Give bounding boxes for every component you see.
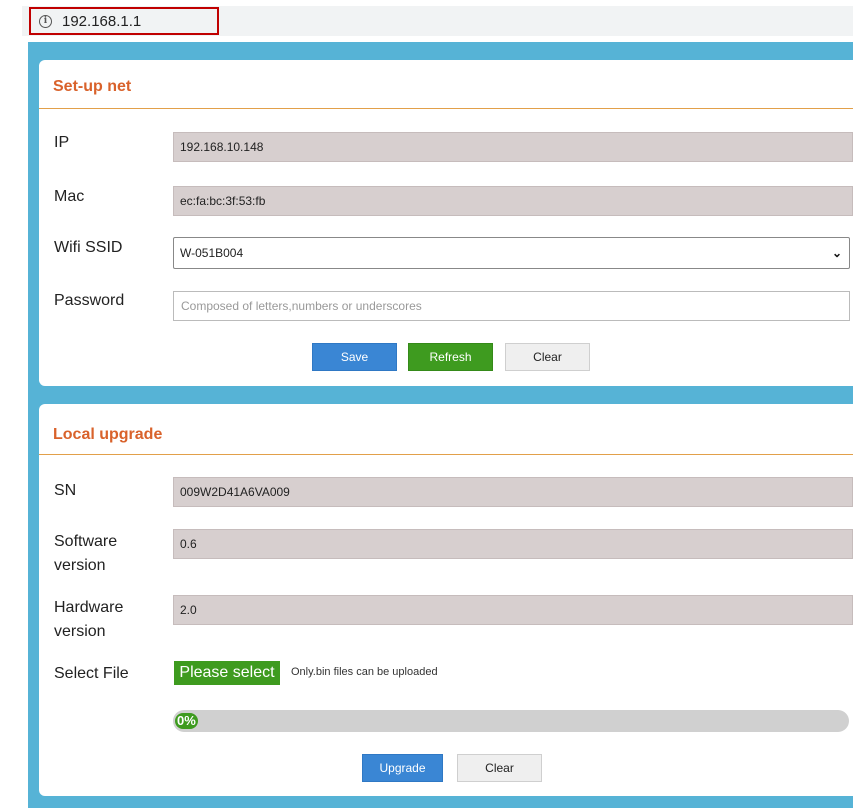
info-icon[interactable]: i: [39, 14, 52, 28]
upgrade-progress-bar: 0%: [173, 710, 849, 732]
refresh-button[interactable]: Refresh: [408, 343, 493, 371]
software-version-label: Software version: [54, 530, 117, 578]
local-upgrade-panel: Local upgrade SN 009W2D41A6VA009 Softwar…: [39, 404, 853, 796]
hardware-version-label-line2: version: [54, 623, 106, 640]
please-select-button[interactable]: Please select: [174, 661, 280, 685]
password-input[interactable]: [173, 291, 850, 321]
chevron-down-icon[interactable]: ⌄: [832, 246, 842, 260]
browser-address-bar: i 192.168.1.1: [0, 0, 853, 40]
software-version-label-line2: version: [54, 557, 106, 574]
sn-label: SN: [54, 482, 77, 499]
wifi-ssid-label: Wifi SSID: [54, 239, 123, 256]
setup-net-title: Set-up net: [53, 78, 132, 95]
password-label: Password: [54, 292, 125, 309]
sn-field: 009W2D41A6VA009: [173, 477, 853, 507]
clear-button[interactable]: Clear: [505, 343, 590, 371]
wifi-ssid-select[interactable]: W-051B004 ⌄: [173, 237, 850, 269]
upgrade-button[interactable]: Upgrade: [362, 754, 443, 782]
mac-field: ec:fa:bc:3f:53:fb: [173, 186, 853, 216]
setup-net-divider: [39, 108, 853, 109]
hardware-version-label: Hardware version: [54, 596, 123, 644]
progress-percent: 0%: [175, 713, 198, 729]
url-field[interactable]: i 192.168.1.1: [29, 7, 219, 35]
url-text: 192.168.1.1: [62, 12, 142, 30]
upgrade-clear-button[interactable]: Clear: [457, 754, 542, 782]
ip-label: IP: [54, 134, 70, 151]
select-file-label: Select File: [54, 665, 129, 682]
save-button[interactable]: Save: [312, 343, 397, 371]
hardware-version-label-line1: Hardware: [54, 599, 124, 616]
hardware-version-field: 2.0: [173, 595, 853, 625]
file-type-note: Only.bin files can be uploaded: [291, 666, 438, 678]
ip-field: 192.168.10.148: [173, 132, 853, 162]
wifi-ssid-selected: W-051B004: [180, 246, 244, 260]
mac-label: Mac: [54, 188, 85, 205]
local-upgrade-divider: [39, 454, 853, 455]
software-version-label-line1: Software: [54, 533, 118, 550]
local-upgrade-title: Local upgrade: [53, 426, 163, 443]
setup-net-panel: Set-up net IP 192.168.10.148 Mac ec:fa:b…: [39, 60, 853, 386]
software-version-field: 0.6: [173, 529, 853, 559]
